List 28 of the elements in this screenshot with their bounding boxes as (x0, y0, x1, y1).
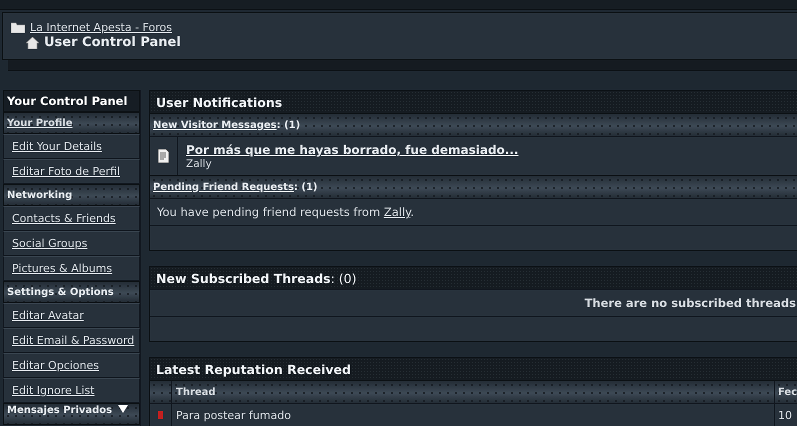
column-header: Fec (775, 381, 797, 403)
sidebar-title: Your Control Panel (3, 90, 140, 112)
section-label: Networking (7, 190, 72, 200)
section-label: Settings & Options (7, 286, 114, 298)
user-link[interactable]: Zally (384, 205, 410, 219)
table-cell-text: 10 (777, 408, 793, 424)
home-icon (26, 36, 39, 48)
reputation-icon (158, 411, 163, 419)
column-header: Thread (172, 381, 775, 403)
section-link[interactable]: Your Profile (7, 118, 72, 128)
document-icon (158, 149, 169, 163)
message-author: Zally (186, 158, 213, 170)
block-title: User Notifications (156, 94, 282, 110)
message-link[interactable]: Por más que me hayas borrado, fue demasiado... (186, 143, 518, 157)
collapse-icon[interactable] (118, 405, 128, 413)
visitor-messages-link[interactable]: New Visitor Messages (153, 120, 277, 130)
block-title: New Subscribed Threads: (0) (156, 270, 357, 286)
friend-requests-link[interactable]: Pending Friend Requests (153, 182, 294, 192)
forum-link[interactable]: La Internet Apesta - Foros (30, 21, 172, 34)
subheader-label: New Visitor Messages: (1) (153, 120, 300, 130)
folder-icon (11, 22, 25, 33)
section-label: Mensajes Privados (7, 405, 112, 416)
page-title: User Control Panel (44, 35, 181, 50)
empty-message: There are no subscribed threads (584, 296, 796, 310)
block-title: Latest Reputation Received (156, 362, 351, 376)
friend-request-text: You have pending friend requests from Zally. (157, 205, 414, 219)
subheader-label: Pending Friend Requests: (1) (153, 182, 318, 192)
table-cell: Para postear fumado (172, 404, 775, 426)
